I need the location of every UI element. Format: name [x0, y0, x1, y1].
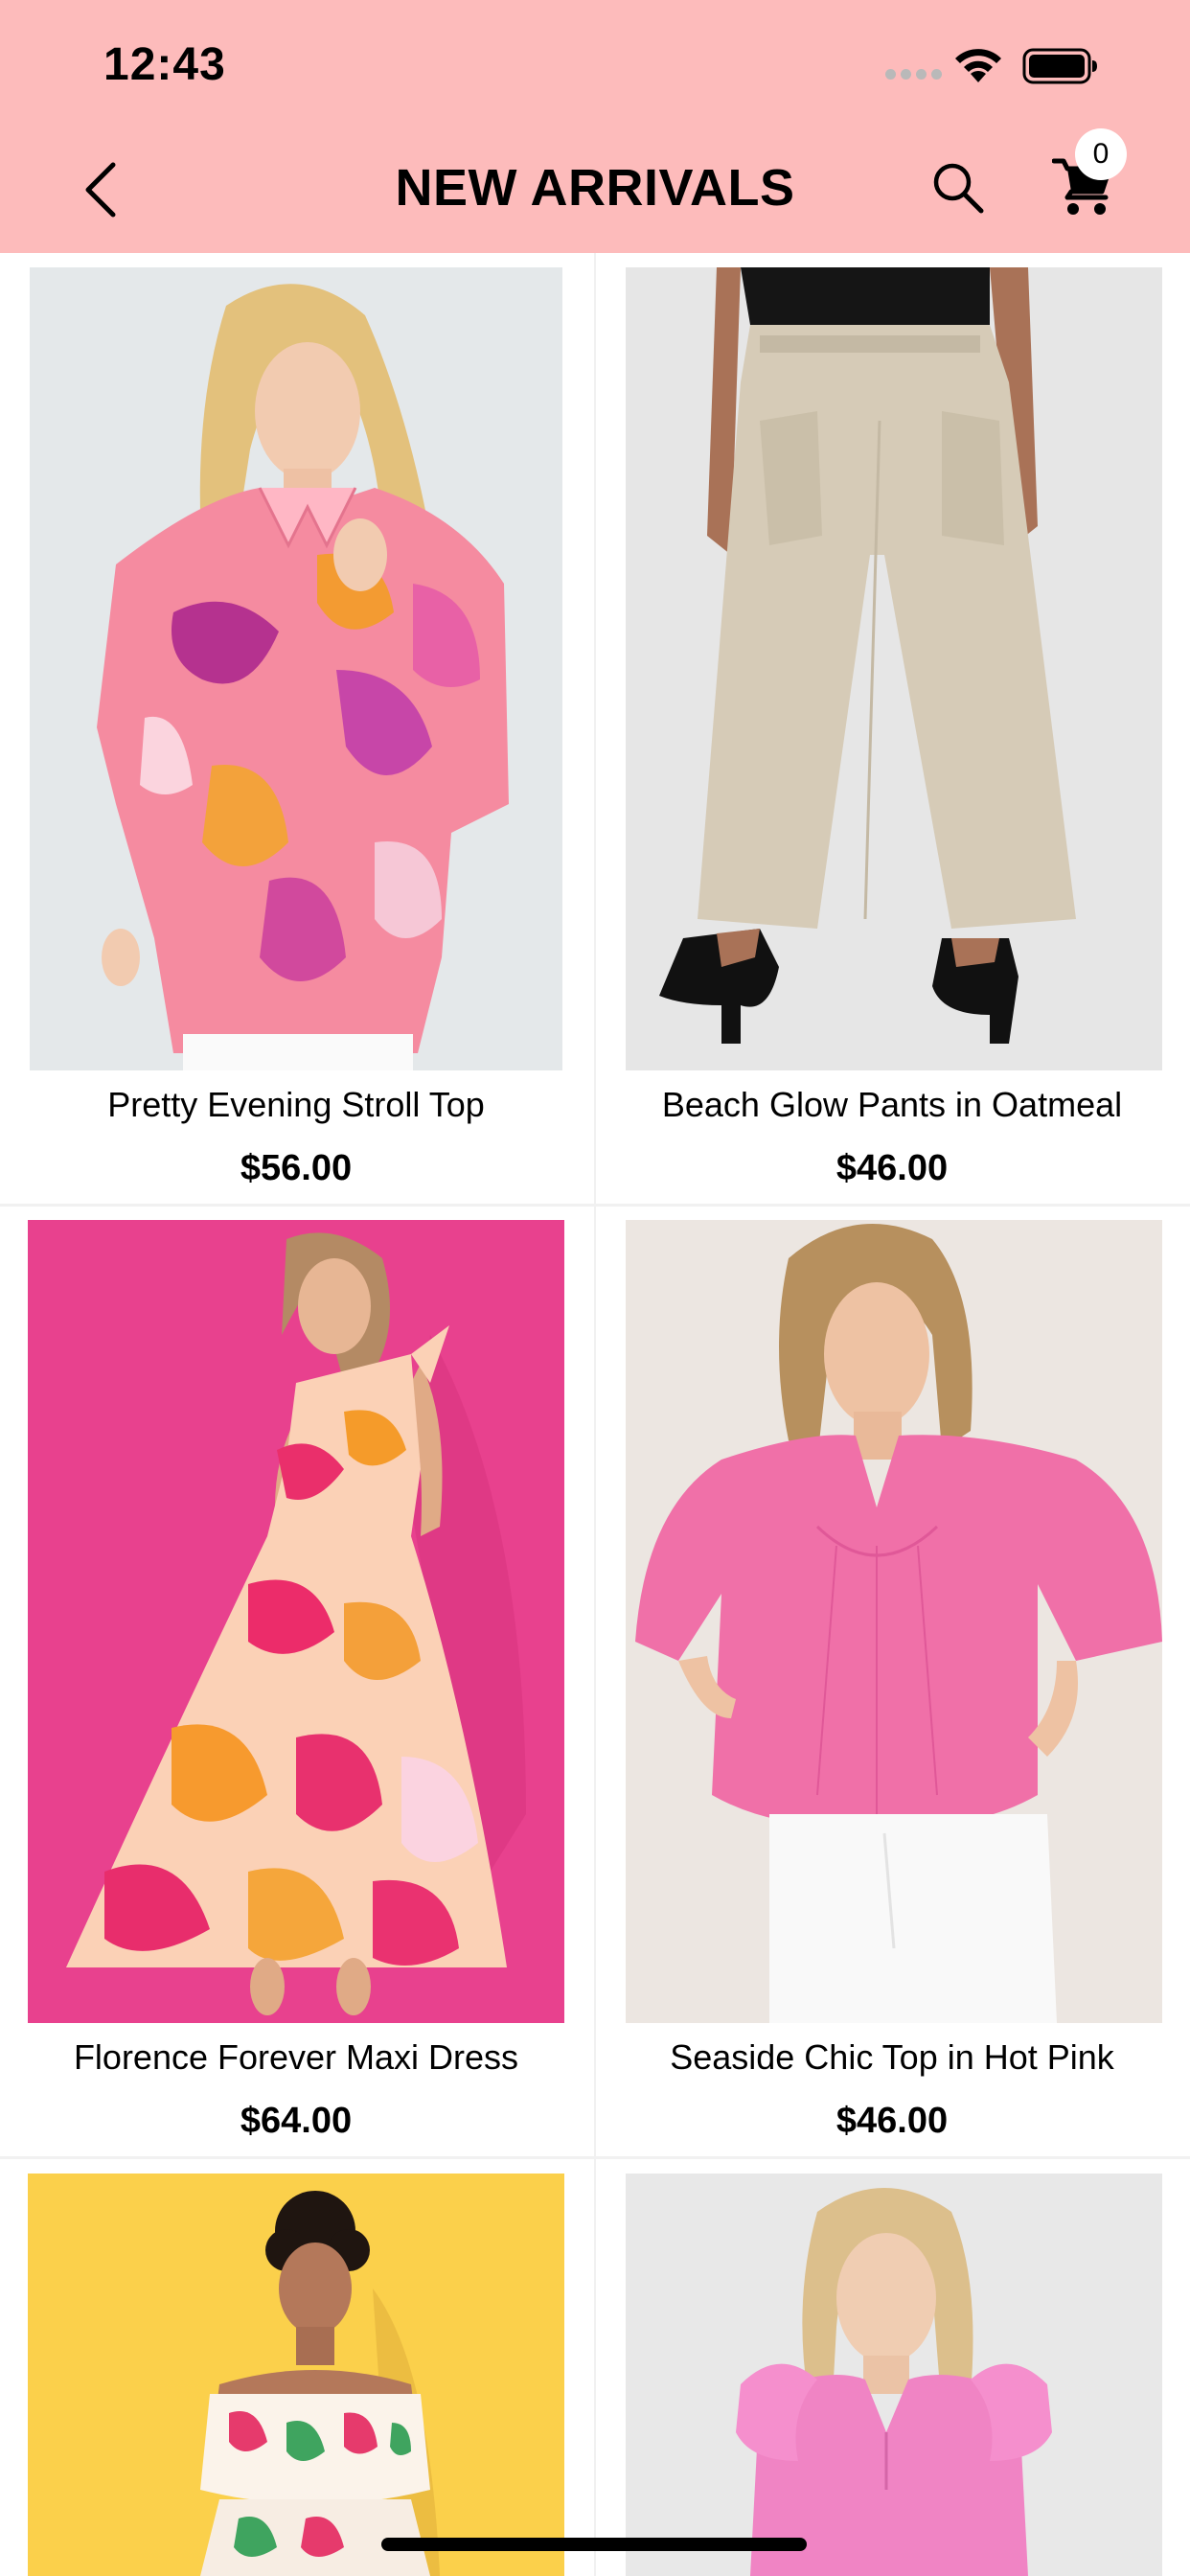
product-image[interactable]: [30, 267, 562, 1070]
product-name[interactable]: Seaside Chic Top in Hot Pink: [614, 2037, 1170, 2078]
product-image[interactable]: [626, 267, 1162, 1070]
status-bar-icons: [885, 40, 1173, 88]
wifi-icon: [955, 49, 1001, 82]
product-price: $46.00: [835, 1148, 949, 1188]
product-name[interactable]: Florence Forever Maxi Dress: [18, 2037, 574, 2078]
top-header: 12:43 NEW ARRIVALS 0: [0, 0, 1190, 253]
product-name[interactable]: Beach Glow Pants in Oatmeal: [614, 1085, 1170, 1125]
product-price: $64.00: [240, 2101, 353, 2141]
status-time: 12:43: [103, 39, 226, 90]
row-divider: [0, 1204, 1190, 1207]
cart-count-badge: 0: [1075, 128, 1127, 180]
home-indicator[interactable]: [381, 2538, 807, 2551]
product-price: $56.00: [240, 1148, 353, 1188]
row-divider: [0, 2156, 1190, 2159]
battery-icon: [1022, 48, 1097, 84]
product-image[interactable]: [28, 2174, 564, 2576]
product-image[interactable]: [28, 1220, 564, 2023]
product-image[interactable]: [626, 1220, 1162, 2023]
product-name[interactable]: Pretty Evening Stroll Top: [18, 1085, 574, 1125]
column-divider: [594, 253, 596, 2576]
search-icon[interactable]: [929, 159, 987, 217]
page-title: NEW ARRIVALS: [395, 159, 795, 217]
product-price: $46.00: [835, 2101, 949, 2141]
product-image[interactable]: [626, 2174, 1162, 2576]
cellular-signal-icon: [885, 69, 942, 80]
